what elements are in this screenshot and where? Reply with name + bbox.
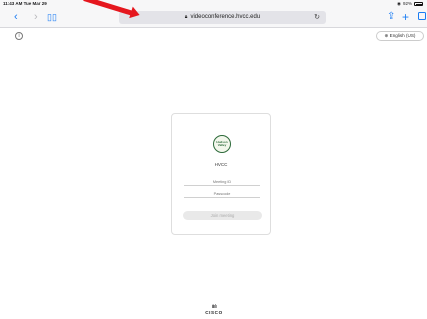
url-text: videoconference.hvcc.edu (190, 14, 261, 20)
wifi-icon: ◉ (397, 1, 401, 6)
join-meeting-card: HudsonValley HVCC Join meeting (171, 113, 271, 235)
chevron-left-icon[interactable]: ‹ (14, 11, 18, 23)
org-logo: Hudson Valley (213, 135, 231, 153)
status-time: 11:43 AM Tue Mar 29 (3, 1, 47, 6)
plus-icon[interactable]: + (402, 11, 409, 23)
reload-icon[interactable]: ↻ (314, 11, 320, 24)
status-bar: 11:43 AM Tue Mar 29 ◉ 92% (0, 0, 427, 8)
browser-toolbar: ‹ › ▯▯ 🔒︎ videoconference.hvcc.edu ↻ ⇪ + (0, 8, 427, 28)
meeting-id-input[interactable] (184, 178, 260, 186)
language-label: English (US) (389, 33, 416, 38)
cisco-wordmark: CISCO (205, 310, 223, 315)
share-icon[interactable]: ⇪ (387, 11, 395, 23)
lock-icon: 🔒︎ (184, 14, 188, 20)
status-indicators: ◉ 92% (397, 0, 423, 8)
info-icon[interactable]: i (15, 32, 23, 40)
book-icon[interactable]: ▯▯ (47, 11, 57, 23)
passcode-input[interactable] (184, 190, 260, 198)
chevron-right-icon[interactable]: › (34, 11, 38, 23)
tabs-icon[interactable] (418, 11, 426, 23)
globe-icon: ⊕ (384, 33, 389, 38)
cisco-logo: ılıılı CISCO (203, 305, 225, 316)
battery-percent: 92% (402, 1, 412, 6)
language-selector[interactable]: ⊕ English (US) (376, 31, 424, 41)
battery-icon (414, 2, 423, 6)
join-meeting-button[interactable]: Join meeting (183, 211, 262, 220)
address-bar[interactable]: 🔒︎ videoconference.hvcc.edu ↻ (119, 11, 326, 24)
org-name: HVCC (214, 162, 228, 167)
